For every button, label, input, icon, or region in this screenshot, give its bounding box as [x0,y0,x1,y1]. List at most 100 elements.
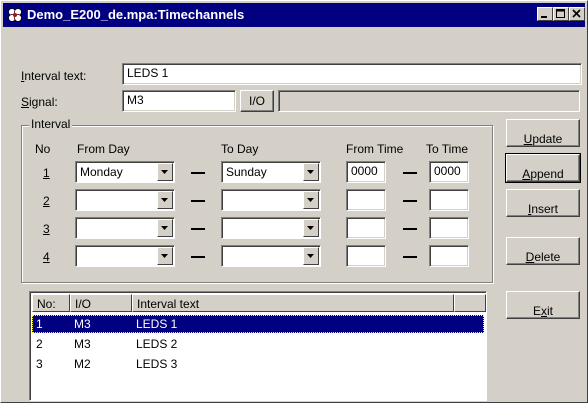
column-header-interval-text-label: Interval text [137,297,200,311]
dropdown-button[interactable] [157,247,173,265]
window-title: Demo_E200_de.mpa:Timechannels [27,7,245,22]
interval-text-input[interactable]: LEDS 1 [122,63,582,85]
column-header-interval-text[interactable]: Interval text [132,294,454,312]
column-header-no[interactable]: No: [32,294,70,312]
to-time-input-3[interactable] [429,217,469,239]
insert-button-label: Insert [527,202,559,216]
signal-description-field [278,90,580,112]
from-day-select-3[interactable] [75,217,175,239]
dropdown-button[interactable] [157,191,173,209]
chevron-down-icon [307,170,314,174]
app-clover-icon [7,7,23,23]
maximize-button[interactable] [553,7,569,21]
to-day-select-2[interactable] [221,189,321,211]
from-time-value-1: 0000 [351,164,378,178]
range-dash [403,256,417,258]
to-time-input-1[interactable]: 0000 [429,161,469,183]
from-day-select-4[interactable] [75,245,175,267]
exit-button-label: Exit [532,304,553,318]
column-header-no-label: No: [37,297,56,311]
chevron-down-icon [307,226,314,230]
dropdown-button[interactable] [157,219,173,237]
row-number-4: 4 [43,250,50,264]
from-day-select-1[interactable]: Monday [75,161,175,183]
range-dash [403,172,417,174]
exit-button[interactable]: Exit [506,291,580,319]
column-header-io-label: I/O [75,297,92,311]
interval-text-value: LEDS 1 [127,66,169,80]
header-no: No [35,142,51,156]
header-to-day: To Day [221,142,259,156]
close-icon [572,9,581,18]
delete-button[interactable]: Delete [506,237,580,265]
dropdown-button[interactable] [303,219,319,237]
insert-button[interactable]: Insert [506,189,580,217]
signal-input[interactable]: M3 [122,90,236,112]
signal-value: M3 [127,93,144,107]
update-button-label: Update [523,132,563,146]
table-row[interactable]: 3 M2 LEDS 3 [32,355,484,373]
chevron-down-icon [307,254,314,258]
append-button-label: Append [522,167,564,181]
dropdown-button[interactable] [157,163,173,181]
row-text-cell: LEDS 3 [136,357,178,371]
from-day-select-2[interactable] [75,189,175,211]
to-time-input-2[interactable] [429,189,469,211]
signal-label: Signal: [21,95,58,109]
chevron-down-icon [161,254,168,258]
row-no-cell: 1 [36,317,43,331]
interval-list[interactable]: No: I/O Interval text 1 M3 LEDS 1 2 M3 L… [29,291,487,401]
dropdown-button[interactable] [303,163,319,181]
row-number-3: 3 [43,222,50,236]
title-bar[interactable]: Demo_E200_de.mpa:Timechannels [3,3,585,27]
chevron-down-icon [161,198,168,202]
row-number-2: 2 [43,194,50,208]
row-io-cell: M2 [74,357,91,371]
row-no-cell: 2 [36,337,43,351]
range-dash [403,228,417,230]
minimize-button[interactable] [537,7,553,21]
row-text-cell: LEDS 2 [136,337,178,351]
interval-legend: Interval [29,117,73,131]
from-time-input-3[interactable] [346,217,386,239]
chevron-down-icon [161,170,168,174]
table-row[interactable]: 1 M3 LEDS 1 [32,315,484,333]
io-button[interactable]: I/O [240,90,274,112]
chevron-down-icon [161,226,168,230]
maximize-icon [556,9,565,18]
range-dash [191,172,205,174]
header-from-day: From Day [77,142,130,156]
io-button-label: I/O [248,94,265,108]
chevron-down-icon [307,198,314,202]
minimize-icon [541,16,547,18]
to-day-value-1: Sunday [226,165,267,179]
row-no-cell: 3 [36,357,43,371]
timechannels-window: Demo_E200_de.mpa:Timechannels Interval t… [0,0,588,403]
row-io-cell: M3 [74,317,91,331]
header-from-time: From Time [346,142,404,156]
append-button[interactable]: Append [505,153,581,183]
range-dash [191,256,205,258]
from-time-input-4[interactable] [346,245,386,267]
from-time-input-2[interactable] [346,189,386,211]
range-dash [403,200,417,202]
update-button[interactable]: Update [506,119,580,147]
column-header-io[interactable]: I/O [70,294,132,312]
range-dash [191,228,205,230]
to-day-select-1[interactable]: Sunday [221,161,321,183]
column-header-empty[interactable] [454,294,486,312]
from-day-value-1: Monday [80,165,123,179]
row-text-cell: LEDS 1 [136,317,178,331]
to-day-select-3[interactable] [221,217,321,239]
table-row[interactable]: 2 M3 LEDS 2 [32,335,484,353]
close-button[interactable] [569,7,585,21]
dropdown-button[interactable] [303,247,319,265]
to-day-select-4[interactable] [221,245,321,267]
from-time-input-1[interactable]: 0000 [346,161,386,183]
dropdown-button[interactable] [303,191,319,209]
interval-text-label: Interval text: [21,69,87,83]
to-time-input-4[interactable] [429,245,469,267]
range-dash [191,200,205,202]
row-number-1: 1 [43,166,50,180]
delete-button-label: Delete [525,250,561,264]
